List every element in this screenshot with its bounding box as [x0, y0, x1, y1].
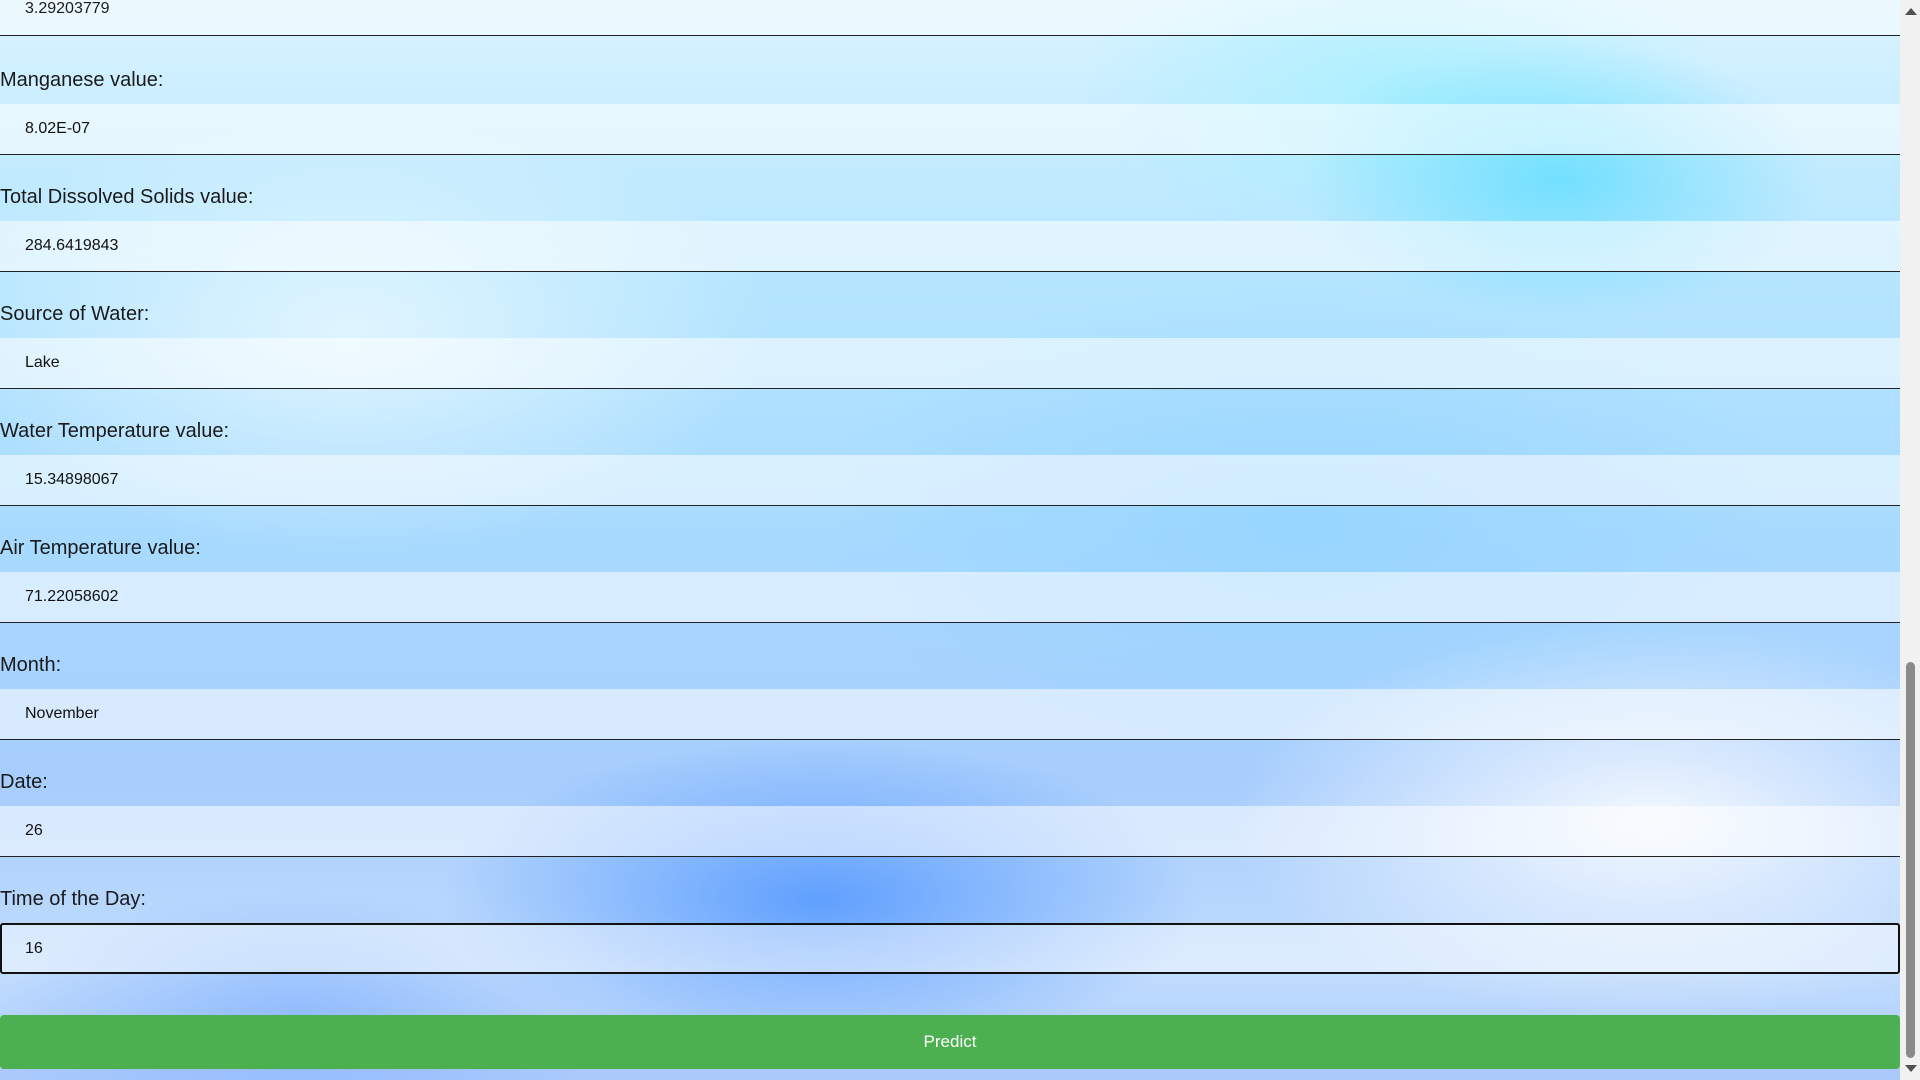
- time-of-day-value: 16: [25, 939, 43, 957]
- total-dissolved-solids-label: Total Dissolved Solids value:: [0, 186, 254, 208]
- water-temperature-label: Water Temperature value:: [0, 420, 229, 442]
- total-dissolved-solids-input[interactable]: 284.6419843: [0, 221, 1900, 272]
- source-of-water-input[interactable]: Lake: [0, 338, 1900, 389]
- predict-button[interactable]: Predict: [0, 1015, 1900, 1069]
- month-value: November: [25, 705, 99, 722]
- manganese-label: Manganese value:: [0, 69, 164, 91]
- scroll-down-arrow-icon[interactable]: [1905, 1065, 1917, 1072]
- previous-field-input[interactable]: 3.29203779: [0, 0, 1900, 36]
- water-temperature-value: 15.34898067: [25, 471, 119, 488]
- scrollbar-thumb[interactable]: [1906, 662, 1915, 1058]
- source-of-water-value: Lake: [25, 354, 60, 371]
- date-input[interactable]: 26: [0, 806, 1900, 857]
- time-of-day-input[interactable]: 16: [0, 923, 1900, 974]
- total-dissolved-solids-value: 284.6419843: [25, 237, 119, 254]
- predict-button-label: Predict: [923, 1032, 977, 1051]
- date-value: 26: [25, 822, 43, 839]
- source-of-water-label: Source of Water:: [0, 303, 150, 325]
- water-temperature-input[interactable]: 15.34898067: [0, 455, 1900, 506]
- air-temperature-value: 71.22058602: [25, 588, 119, 605]
- month-input[interactable]: November: [0, 689, 1900, 740]
- scroll-up-arrow-icon[interactable]: [1905, 8, 1917, 15]
- date-label: Date:: [0, 771, 48, 793]
- month-label: Month:: [0, 654, 62, 676]
- vertical-scrollbar[interactable]: [1900, 0, 1920, 1080]
- time-of-day-label: Time of the Day:: [0, 888, 146, 910]
- manganese-value: 8.02E-07: [25, 120, 90, 137]
- air-temperature-input[interactable]: 71.22058602: [0, 572, 1900, 623]
- previous-field-value: 3.29203779: [25, 0, 110, 17]
- air-temperature-label: Air Temperature value:: [0, 537, 201, 559]
- manganese-input[interactable]: 8.02E-07: [0, 104, 1900, 155]
